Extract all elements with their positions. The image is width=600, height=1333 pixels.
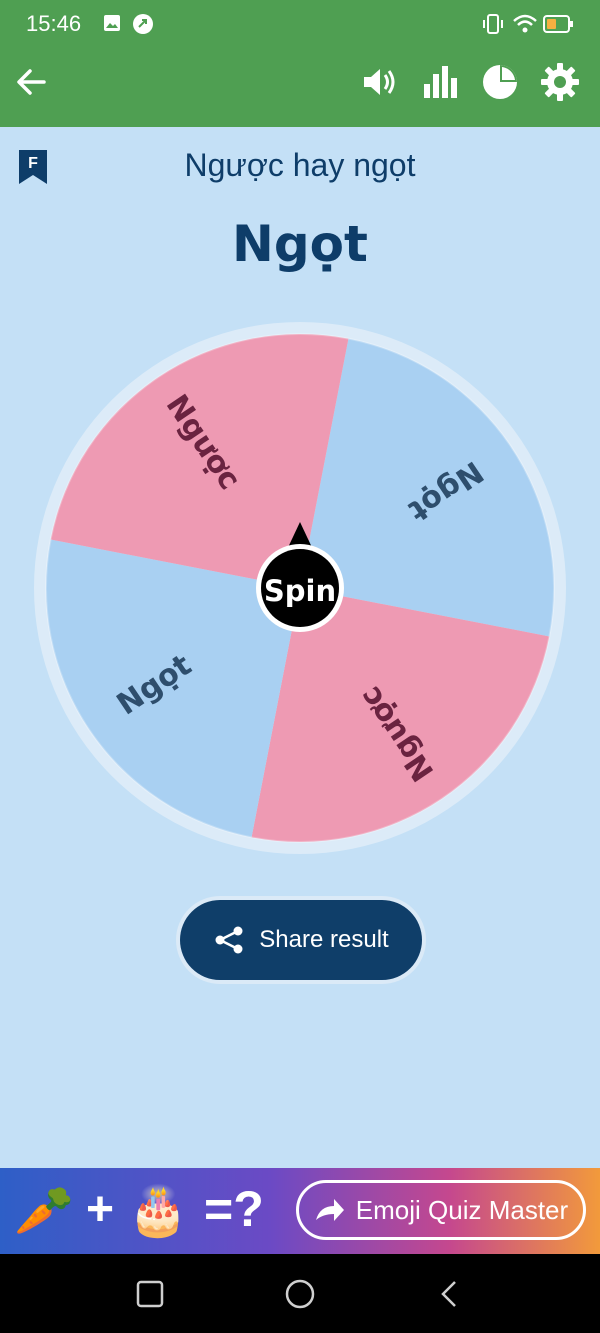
share-icon: [215, 926, 243, 954]
spin-wheel[interactable]: NgọtNgượcNgọtNgược Spin: [32, 320, 568, 856]
share-result-label: Share result: [259, 926, 389, 953]
spin-result: Ngọt: [232, 215, 368, 273]
home-icon[interactable]: [284, 1278, 316, 1310]
spin-label: Spin: [264, 574, 336, 608]
status-time: 15:46: [26, 11, 82, 36]
page-title: Ngược hay ngọt: [184, 147, 416, 183]
plus-sign: +: [86, 1183, 115, 1236]
equals-question: =?: [204, 1181, 264, 1237]
ad-cta-button[interactable]: Emoji Quiz Master: [296, 1180, 586, 1240]
carrot-emoji: 🥕: [14, 1185, 74, 1238]
status-bar: 15:46: [0, 0, 600, 48]
cake-emoji: 🎂: [128, 1185, 188, 1238]
gallery-icon: [104, 15, 120, 31]
back-nav-icon[interactable]: [438, 1280, 460, 1308]
wifi-icon: [513, 14, 537, 33]
battery-icon: [543, 15, 573, 33]
arrow-forward-icon: [315, 1199, 344, 1221]
app-toolbar: 15:46: [0, 0, 600, 127]
vibrate-icon: [483, 14, 503, 34]
app-notification-icon: [133, 14, 153, 34]
share-result-button[interactable]: Share result: [180, 900, 422, 980]
system-nav-bar: [0, 1254, 600, 1333]
ad-cta-label: Emoji Quiz Master: [355, 1194, 569, 1225]
gear-icon[interactable]: [538, 60, 582, 104]
volume-icon[interactable]: [358, 60, 402, 104]
ad-banner[interactable]: 🥕 + 🎂 =? Emoji Quiz Master: [0, 1168, 600, 1254]
arrow-left-icon[interactable]: [10, 60, 54, 104]
bar-chart-icon[interactable]: [418, 60, 462, 104]
pie-chart-icon[interactable]: [478, 60, 522, 104]
recents-icon[interactable]: [136, 1280, 164, 1308]
